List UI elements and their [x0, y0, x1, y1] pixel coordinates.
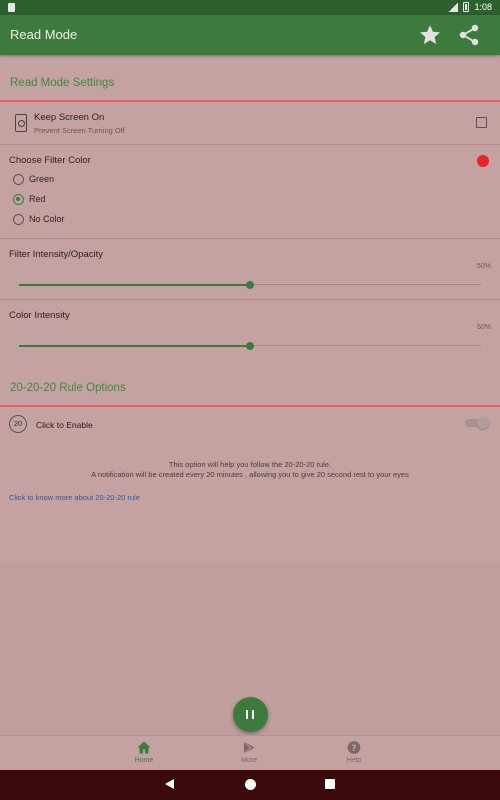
read-mode-settings-title: Read Mode Settings: [10, 77, 115, 89]
app-bar: Read Mode: [0, 15, 500, 55]
sd-card-icon: [8, 3, 15, 12]
status-bar-right: 1:08: [448, 2, 492, 12]
nav-item-help[interactable]: ? Help: [324, 736, 384, 771]
status-time: 1:08: [474, 2, 492, 12]
color-intensity-label: Color Intensity: [9, 310, 70, 321]
filter-color-indicator: [477, 155, 489, 167]
radio-button-green[interactable]: [13, 174, 24, 185]
star-icon[interactable]: [418, 23, 442, 47]
color-intensity-fill: [19, 344, 250, 347]
enable-rule-label: Click to Enable: [36, 420, 93, 430]
phone-icon: [15, 114, 27, 132]
share-icon[interactable]: [457, 23, 481, 47]
filter-intensity-value: 50%: [476, 263, 491, 270]
pause-icon-left-bar: [246, 710, 248, 719]
filter-intensity-fill: [19, 283, 250, 286]
filter-intensity-thumb[interactable]: [246, 280, 254, 289]
play-store-icon: [243, 741, 255, 754]
color-intensity-thumb[interactable]: [246, 341, 254, 350]
rule-info-line-2: A notification will be created every 20 …: [91, 470, 409, 479]
home-icon: [137, 741, 151, 754]
bottom-navigation: Home More ? Help: [0, 735, 500, 770]
color-intensity-slider[interactable]: [19, 341, 481, 350]
system-navigation-bar: [0, 770, 500, 800]
pause-button[interactable]: [233, 697, 268, 732]
nav-label-home: Home: [134, 757, 154, 764]
rule-learn-more-link[interactable]: Click to know more about 20-20-20 rule: [9, 493, 140, 502]
home-circle-icon[interactable]: [245, 779, 256, 790]
radio-label-red[interactable]: Red: [29, 194, 46, 204]
keep-screen-on-subtitle: Prevent Screen Turning Off: [34, 126, 125, 135]
signal-icon: [448, 2, 459, 12]
keep-screen-on-title: Keep Screen On: [34, 112, 105, 123]
rule-options-title: 20-20-20 Rule Options: [10, 382, 126, 394]
nav-label-more: More: [241, 757, 257, 764]
status-bar: 1:08: [0, 0, 500, 15]
enable-rule-toggle[interactable]: [465, 417, 489, 429]
radio-label-no-color[interactable]: No Color: [29, 214, 65, 224]
filter-intensity-slider[interactable]: [19, 280, 481, 289]
divider: [0, 299, 500, 300]
rule-info-line-1: This option will help you follow the 20-…: [168, 460, 332, 469]
app-title: Read Mode: [10, 27, 78, 42]
nav-item-home[interactable]: Home: [114, 736, 174, 771]
filter-intensity-label: Filter Intensity/Opacity: [9, 249, 103, 260]
divider: [0, 144, 500, 145]
nav-label-help: Help: [346, 757, 362, 764]
section-divider-rule: [0, 405, 500, 407]
battery-icon: [463, 2, 470, 12]
color-intensity-value: 50%: [476, 324, 491, 331]
radio-button-no-color[interactable]: [13, 214, 24, 225]
divider: [0, 238, 500, 239]
twenty-badge-icon: 20: [9, 415, 27, 433]
svg-text:?: ?: [351, 744, 356, 754]
back-icon[interactable]: [165, 779, 174, 789]
keep-screen-on-checkbox[interactable]: [476, 117, 487, 128]
radio-button-red[interactable]: [13, 194, 24, 205]
recent-apps-icon[interactable]: [325, 779, 335, 789]
section-divider-read-mode: [0, 100, 500, 102]
filter-color-label: Choose Filter Color: [9, 155, 91, 166]
help-icon: ?: [347, 741, 361, 754]
nav-item-more[interactable]: More: [219, 736, 279, 771]
pause-icon-right-bar: [252, 710, 254, 719]
radio-label-green[interactable]: Green: [29, 174, 54, 184]
